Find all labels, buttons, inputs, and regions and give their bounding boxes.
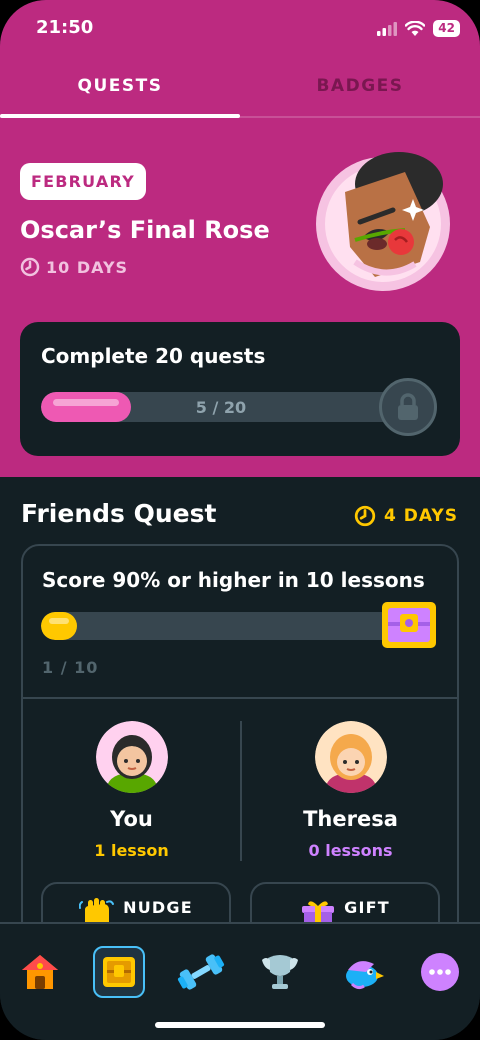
- lock-icon: [398, 393, 418, 420]
- status-bar: 21:50 42: [0, 0, 480, 60]
- shop-bird-icon: [346, 961, 384, 990]
- gift-icon: [302, 901, 335, 924]
- practice-dumbbell-icon: [177, 954, 225, 990]
- friend-name-you: You: [110, 807, 153, 831]
- monthly-quest-timer: 10 DAYS: [20, 257, 128, 277]
- gift-label: GIFT: [344, 898, 390, 917]
- avatar-you[interactable]: [95, 721, 168, 793]
- nav-quests[interactable]: [93, 946, 145, 998]
- tab-badges[interactable]: BADGES: [240, 76, 480, 96]
- league-trophy-icon: [262, 955, 298, 989]
- friends-progress-fill: [41, 612, 77, 640]
- friend-stat-theresa: 0 lessons: [308, 841, 393, 860]
- nav-more[interactable]: [414, 946, 466, 998]
- status-icons: 42: [377, 20, 460, 37]
- waving-hand-icon: [79, 898, 115, 924]
- friends-quest-card: Score 90% or higher in 10 lessons 1 / 10: [21, 544, 459, 964]
- card-divider: [23, 697, 457, 699]
- timer-icon: [354, 505, 376, 527]
- phone-screen: 21:50 42 QUESTS BADGES FEBRUARY Oscar’s …: [0, 0, 480, 1040]
- battery-indicator: 42: [433, 20, 460, 37]
- friend-you: You 1 lesson: [23, 721, 240, 860]
- nav-shop[interactable]: [336, 946, 388, 998]
- timer-icon: [20, 257, 40, 277]
- nav-home[interactable]: [14, 946, 66, 998]
- friends-progress-shine: [49, 618, 69, 624]
- monthly-challenge-title: Complete 20 quests: [41, 344, 266, 368]
- monthly-progress-bar: 5 / 20: [41, 392, 401, 422]
- avatar-theresa[interactable]: [314, 721, 387, 793]
- active-tab-indicator: [0, 114, 240, 118]
- friends-quest-goal: Score 90% or higher in 10 lessons: [42, 568, 425, 592]
- nav-practice[interactable]: [175, 946, 227, 998]
- tab-quests[interactable]: QUESTS: [0, 76, 240, 96]
- friends-quest-timer: 4 DAYS: [354, 505, 458, 527]
- friend-stat-you: 1 lesson: [94, 841, 169, 860]
- friend-name-theresa: Theresa: [303, 807, 398, 831]
- monthly-quest-title: Oscar’s Final Rose: [20, 216, 270, 244]
- nav-leaderboard[interactable]: [254, 946, 306, 998]
- oscar-character-illustration: [315, 152, 451, 292]
- friends-progress-text: 1 / 10: [42, 658, 99, 677]
- chest-reward-icon[interactable]: [380, 600, 438, 650]
- friends-progress-bar: [41, 612, 401, 640]
- friend-theresa: Theresa 0 lessons: [242, 721, 459, 860]
- home-indicator[interactable]: [155, 1022, 325, 1028]
- month-badge: FEBRUARY: [20, 163, 146, 200]
- wifi-icon: [405, 21, 426, 36]
- friends-quest-title: Friends Quest: [21, 499, 217, 528]
- reward-lock: [379, 378, 437, 436]
- more-icon: [421, 953, 459, 991]
- monthly-challenge-card: Complete 20 quests 5 / 20: [20, 322, 460, 456]
- nudge-label: NUDGE: [123, 898, 193, 917]
- status-time: 21:50: [36, 17, 94, 38]
- monthly-progress-text: 5 / 20: [195, 398, 247, 417]
- home-icon: [22, 955, 58, 989]
- monthly-quest-days-left: 10 DAYS: [46, 257, 129, 277]
- friends-quest-days-left: 4 DAYS: [384, 506, 458, 526]
- signal-icon: [377, 21, 398, 36]
- tab-bar: QUESTS BADGES: [0, 62, 480, 118]
- quests-chest-icon: [103, 957, 135, 987]
